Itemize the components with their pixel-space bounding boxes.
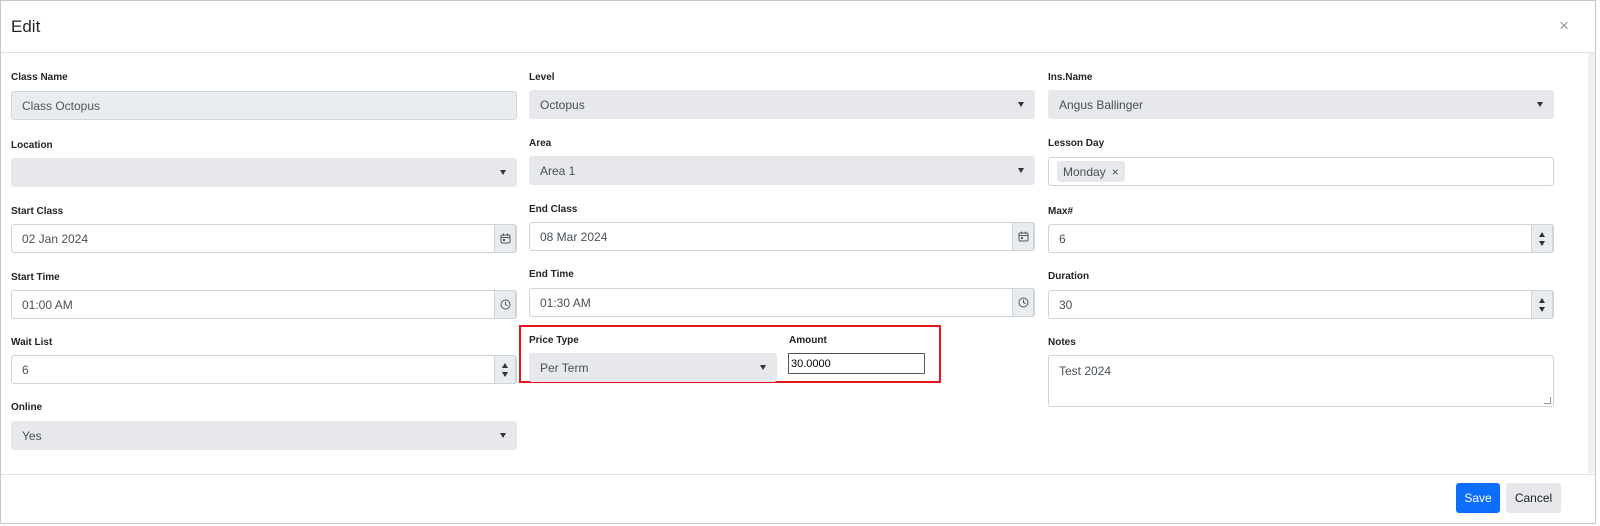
amount-value: 30.0000 [791, 357, 831, 370]
start-class-label: Start Class [11, 206, 64, 217]
start-class-value: 02 Jan 2024 [22, 231, 89, 246]
duration-stepper[interactable]: 30 [1048, 290, 1554, 319]
end-time-value: 01:30 AM [540, 295, 591, 310]
max-value: 6 [1059, 231, 1066, 246]
location-select[interactable] [11, 158, 517, 187]
arrow-up-icon[interactable] [502, 363, 508, 368]
save-button[interactable]: Save [1456, 483, 1500, 513]
notes-label: Notes [1048, 337, 1076, 348]
cancel-button[interactable]: Cancel [1506, 483, 1561, 513]
ins-name-value: Angus Ballinger [1059, 97, 1144, 112]
arrow-up-icon[interactable] [1539, 298, 1545, 303]
start-time-label: Start Time [11, 272, 60, 283]
wait-list-value: 6 [22, 362, 29, 377]
start-class-input[interactable]: 02 Jan 2024 [11, 224, 517, 253]
edit-modal: Edit × Class Name Class Octopus Level Oc… [0, 0, 1596, 524]
end-class-label: End Class [529, 204, 578, 215]
lesson-day-tag-label: Monday [1063, 164, 1106, 179]
lesson-day-multiselect[interactable]: Monday × [1048, 157, 1554, 186]
online-select[interactable]: Yes [11, 421, 517, 450]
level-select[interactable]: Octopus [529, 90, 1035, 119]
online-value: Yes [22, 428, 42, 443]
stepper-arrows[interactable] [1531, 290, 1553, 319]
arrow-down-icon[interactable] [502, 372, 508, 377]
arrow-down-icon[interactable] [1539, 241, 1545, 246]
area-select[interactable]: Area 1 [529, 156, 1035, 185]
class-name-input[interactable]: Class Octopus [11, 91, 517, 120]
class-name-value: Class Octopus [22, 98, 101, 113]
scrollbar[interactable] [1588, 53, 1595, 473]
calendar-icon[interactable] [494, 224, 516, 253]
end-time-input[interactable]: 01:30 AM [529, 288, 1035, 317]
lesson-day-label: Lesson Day [1048, 138, 1105, 149]
location-label: Location [11, 140, 53, 151]
online-label: Online [11, 402, 43, 413]
arrow-down-icon[interactable] [1539, 307, 1545, 312]
level-value: Octopus [540, 97, 585, 112]
area-label: Area [529, 138, 552, 149]
close-icon[interactable]: × [1559, 16, 1569, 36]
lesson-day-tag: Monday × [1057, 161, 1125, 182]
duration-label: Duration [1048, 271, 1090, 282]
amount-label: Amount [789, 335, 827, 346]
start-time-value: 01:00 AM [22, 297, 73, 312]
wait-list-label: Wait List [11, 337, 53, 348]
price-type-select[interactable]: Per Term [529, 353, 777, 382]
wait-list-stepper[interactable]: 6 [11, 355, 517, 384]
area-value: Area 1 [540, 163, 576, 178]
chevron-down-icon [1018, 168, 1024, 173]
clock-icon[interactable] [1012, 288, 1034, 317]
ins-name-select[interactable]: Angus Ballinger [1048, 90, 1554, 119]
arrow-up-icon[interactable] [1539, 232, 1545, 237]
duration-value: 30 [1059, 297, 1073, 312]
stepper-arrows[interactable] [1531, 224, 1553, 253]
max-stepper[interactable]: 6 [1048, 224, 1554, 253]
modal-footer: Save Cancel [1, 474, 1595, 525]
end-class-value: 08 Mar 2024 [540, 229, 608, 244]
remove-tag-icon[interactable]: × [1112, 165, 1119, 179]
chevron-down-icon [500, 170, 506, 175]
start-time-input[interactable]: 01:00 AM [11, 290, 517, 319]
max-label: Max# [1048, 206, 1074, 217]
chevron-down-icon [500, 433, 506, 438]
notes-textarea[interactable]: Test 2024 [1048, 355, 1554, 407]
price-type-label: Price Type [529, 335, 579, 346]
class-name-label: Class Name [11, 72, 68, 83]
calendar-icon[interactable] [1012, 222, 1034, 251]
chevron-down-icon [760, 365, 766, 370]
level-label: Level [529, 72, 555, 83]
end-time-label: End Time [529, 269, 574, 280]
resize-handle[interactable] [1544, 397, 1551, 404]
ins-name-label: Ins.Name [1048, 72, 1093, 83]
chevron-down-icon [1537, 102, 1543, 107]
end-class-input[interactable]: 08 Mar 2024 [529, 222, 1035, 251]
modal-title: Edit [11, 17, 41, 36]
price-type-value: Per Term [540, 360, 589, 375]
clock-icon[interactable] [494, 290, 516, 319]
notes-value: Test 2024 [1059, 364, 1112, 378]
chevron-down-icon [1018, 102, 1024, 107]
stepper-arrows[interactable] [494, 355, 516, 384]
modal-header: Edit × [1, 1, 1595, 53]
amount-input[interactable]: 30.0000 [788, 353, 925, 374]
